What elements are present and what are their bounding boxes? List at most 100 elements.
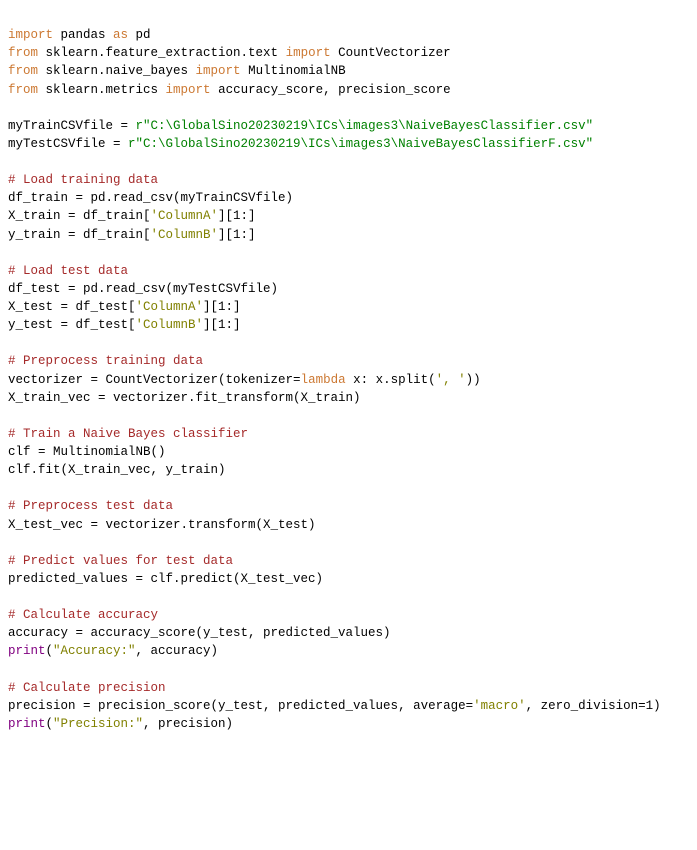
code-line: predicted_values = clf.predict(X_test_ve… — [8, 570, 689, 588]
token: # Train a Naive Bayes classifier — [8, 427, 248, 441]
token: import — [8, 28, 53, 42]
token: ][1:] — [203, 300, 241, 314]
token: X_train = df_train[ — [8, 209, 151, 223]
token: accuracy_score, precision_score — [211, 83, 451, 97]
code-line: # Load test data — [8, 262, 689, 280]
token: ( — [46, 717, 54, 731]
token: 'ColumnA' — [136, 300, 204, 314]
token: r"C:\GlobalSino20230219\ICs\images3\Naiv… — [136, 119, 594, 133]
token: predicted_values = clf.predict(X_test_ve… — [8, 572, 323, 586]
token: 'macro' — [473, 699, 526, 713]
token: 'ColumnA' — [151, 209, 219, 223]
token: , precision) — [143, 717, 233, 731]
code-block: import pandas as pdfrom sklearn.feature_… — [8, 26, 689, 733]
code-line — [8, 588, 689, 606]
token: df_train = pd.read_csv(myTrainCSVfile) — [8, 191, 293, 205]
code-line: from sklearn.naive_bayes import Multinom… — [8, 62, 689, 80]
token: precision = precision_score(y_test, pred… — [8, 699, 473, 713]
code-line — [8, 244, 689, 262]
code-line: myTrainCSVfile = r"C:\GlobalSino20230219… — [8, 117, 689, 135]
token: # Load training data — [8, 173, 158, 187]
code-line: # Train a Naive Bayes classifier — [8, 425, 689, 443]
token: X_test_vec = vectorizer.transform(X_test… — [8, 518, 316, 532]
token: vectorizer = CountVectorizer(tokenizer= — [8, 373, 301, 387]
token: X_test = df_test[ — [8, 300, 136, 314]
token: # Calculate precision — [8, 681, 166, 695]
token: r"C:\GlobalSino20230219\ICs\images3\Naiv… — [128, 137, 593, 151]
token: pandas — [53, 28, 113, 42]
token: clf = MultinomialNB() — [8, 445, 166, 459]
token: 'ColumnB' — [151, 228, 219, 242]
token: # Preprocess test data — [8, 499, 173, 513]
code-line: clf = MultinomialNB() — [8, 443, 689, 461]
token: as — [113, 28, 128, 42]
code-line: from sklearn.metrics import accuracy_sco… — [8, 81, 689, 99]
token: y_train = df_train[ — [8, 228, 151, 242]
code-line: # Calculate precision — [8, 679, 689, 697]
code-line: # Load training data — [8, 171, 689, 189]
code-line — [8, 479, 689, 497]
token: # Calculate accuracy — [8, 608, 158, 622]
code-line: X_test_vec = vectorizer.transform(X_test… — [8, 516, 689, 534]
code-line — [8, 99, 689, 117]
token: import — [286, 46, 331, 60]
code-line: from sklearn.feature_extraction.text imp… — [8, 44, 689, 62]
token: "Precision:" — [53, 717, 143, 731]
code-line: precision = precision_score(y_test, pred… — [8, 697, 689, 715]
code-line: # Preprocess test data — [8, 497, 689, 515]
token: 'ColumnB' — [136, 318, 204, 332]
code-line: df_test = pd.read_csv(myTestCSVfile) — [8, 280, 689, 298]
token: sklearn.naive_bayes — [38, 64, 196, 78]
token: pd — [128, 28, 151, 42]
code-line — [8, 534, 689, 552]
code-line — [8, 661, 689, 679]
code-line: myTestCSVfile = r"C:\GlobalSino20230219\… — [8, 135, 689, 153]
token: ][1:] — [203, 318, 241, 332]
token: x: x.split( — [346, 373, 436, 387]
token: "Accuracy:" — [53, 644, 136, 658]
code-line: df_train = pd.read_csv(myTrainCSVfile) — [8, 189, 689, 207]
token: sklearn.metrics — [38, 83, 166, 97]
token: clf.fit(X_train_vec, y_train) — [8, 463, 226, 477]
code-line: clf.fit(X_train_vec, y_train) — [8, 461, 689, 479]
token: X_train_vec = vectorizer.fit_transform(X… — [8, 391, 361, 405]
token: from — [8, 46, 38, 60]
code-line: X_train = df_train['ColumnA'][1:] — [8, 207, 689, 225]
token: MultinomialNB — [241, 64, 346, 78]
token: df_test = pd.read_csv(myTestCSVfile) — [8, 282, 278, 296]
code-line: X_train_vec = vectorizer.fit_transform(X… — [8, 389, 689, 407]
token: , zero_division=1) — [526, 699, 661, 713]
token: CountVectorizer — [331, 46, 451, 60]
token: print — [8, 717, 46, 731]
token: import — [166, 83, 211, 97]
code-line: print("Precision:", precision) — [8, 715, 689, 733]
token: # Preprocess training data — [8, 354, 203, 368]
token: ][1:] — [218, 228, 256, 242]
token: import — [196, 64, 241, 78]
code-line — [8, 334, 689, 352]
token: )) — [466, 373, 481, 387]
code-line: accuracy = accuracy_score(y_test, predic… — [8, 624, 689, 642]
token: # Load test data — [8, 264, 128, 278]
token: from — [8, 64, 38, 78]
code-line: y_test = df_test['ColumnB'][1:] — [8, 316, 689, 334]
token: ( — [46, 644, 54, 658]
token: y_test = df_test[ — [8, 318, 136, 332]
code-line: vectorizer = CountVectorizer(tokenizer=l… — [8, 371, 689, 389]
token: from — [8, 83, 38, 97]
code-line — [8, 407, 689, 425]
token: ][1:] — [218, 209, 256, 223]
code-line: X_test = df_test['ColumnA'][1:] — [8, 298, 689, 316]
token: accuracy = accuracy_score(y_test, predic… — [8, 626, 391, 640]
token: , accuracy) — [136, 644, 219, 658]
code-line: # Preprocess training data — [8, 352, 689, 370]
code-line: # Predict values for test data — [8, 552, 689, 570]
code-line: print("Accuracy:", accuracy) — [8, 642, 689, 660]
token: sklearn.feature_extraction.text — [38, 46, 286, 60]
token: ', ' — [436, 373, 466, 387]
token: lambda — [301, 373, 346, 387]
code-line — [8, 153, 689, 171]
code-line: import pandas as pd — [8, 26, 689, 44]
token: # Predict values for test data — [8, 554, 233, 568]
code-line: # Calculate accuracy — [8, 606, 689, 624]
